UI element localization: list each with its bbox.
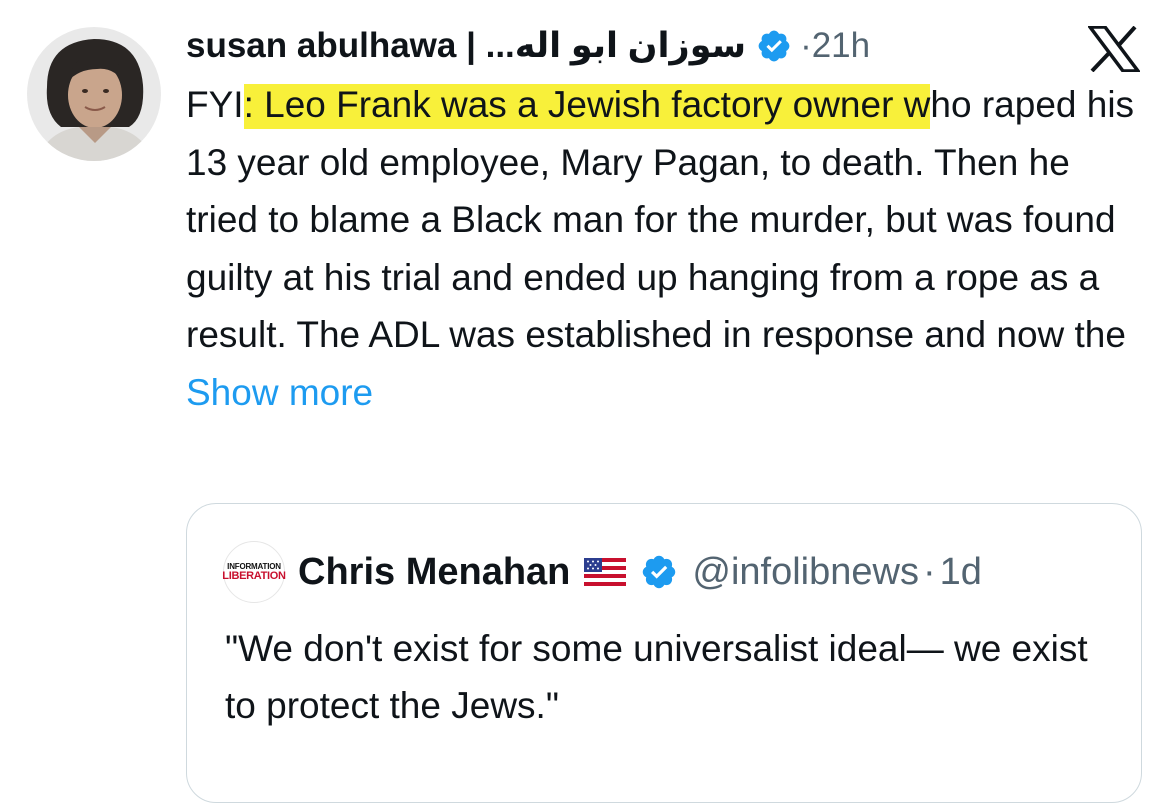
us-flag-icon — [584, 558, 627, 586]
tweet: susan abulhawa | ...سوزان ابو اله · 21h … — [0, 0, 1170, 803]
verified-badge-icon — [640, 553, 678, 591]
quoted-tweet[interactable]: INFORMATION LIBERATION Chris Menahan @in… — [186, 503, 1142, 803]
highlighted-text: : Leo Frank was a Jewish factory owner w — [243, 84, 931, 129]
quoted-author-handle[interactable]: @infolibnews — [692, 547, 919, 597]
quoted-tweet-header: Chris Menahan @infolibnews · 1d — [298, 547, 982, 597]
author-display-name[interactable]: susan abulhawa | ...سوزان ابو اله — [186, 22, 746, 70]
x-logo-icon[interactable] — [1088, 26, 1140, 72]
tweet-text-prefix: FYI — [186, 84, 244, 125]
quoted-author-name[interactable]: Chris Menahan — [298, 547, 570, 597]
avatar-logo-line2: LIBERATION — [222, 569, 286, 582]
tweet-timestamp[interactable]: 21h — [812, 22, 870, 70]
profile-photo — [27, 27, 161, 161]
show-more-link[interactable]: Show more — [186, 372, 373, 413]
tweet-header: susan abulhawa | ...سوزان ابو اله · 21h — [186, 22, 870, 70]
tweet-text: FYI: Leo Frank was a Jewish factory owne… — [186, 76, 1146, 421]
separator-dot: · — [922, 551, 936, 593]
quoted-author-avatar[interactable]: INFORMATION LIBERATION — [222, 541, 286, 603]
author-avatar[interactable] — [27, 27, 161, 161]
verified-badge-icon — [756, 28, 792, 64]
quoted-tweet-timestamp[interactable]: 1d — [940, 547, 982, 597]
quoted-tweet-text: "We don't exist for some universalist id… — [225, 628, 1088, 726]
separator-dot: · — [800, 26, 812, 65]
